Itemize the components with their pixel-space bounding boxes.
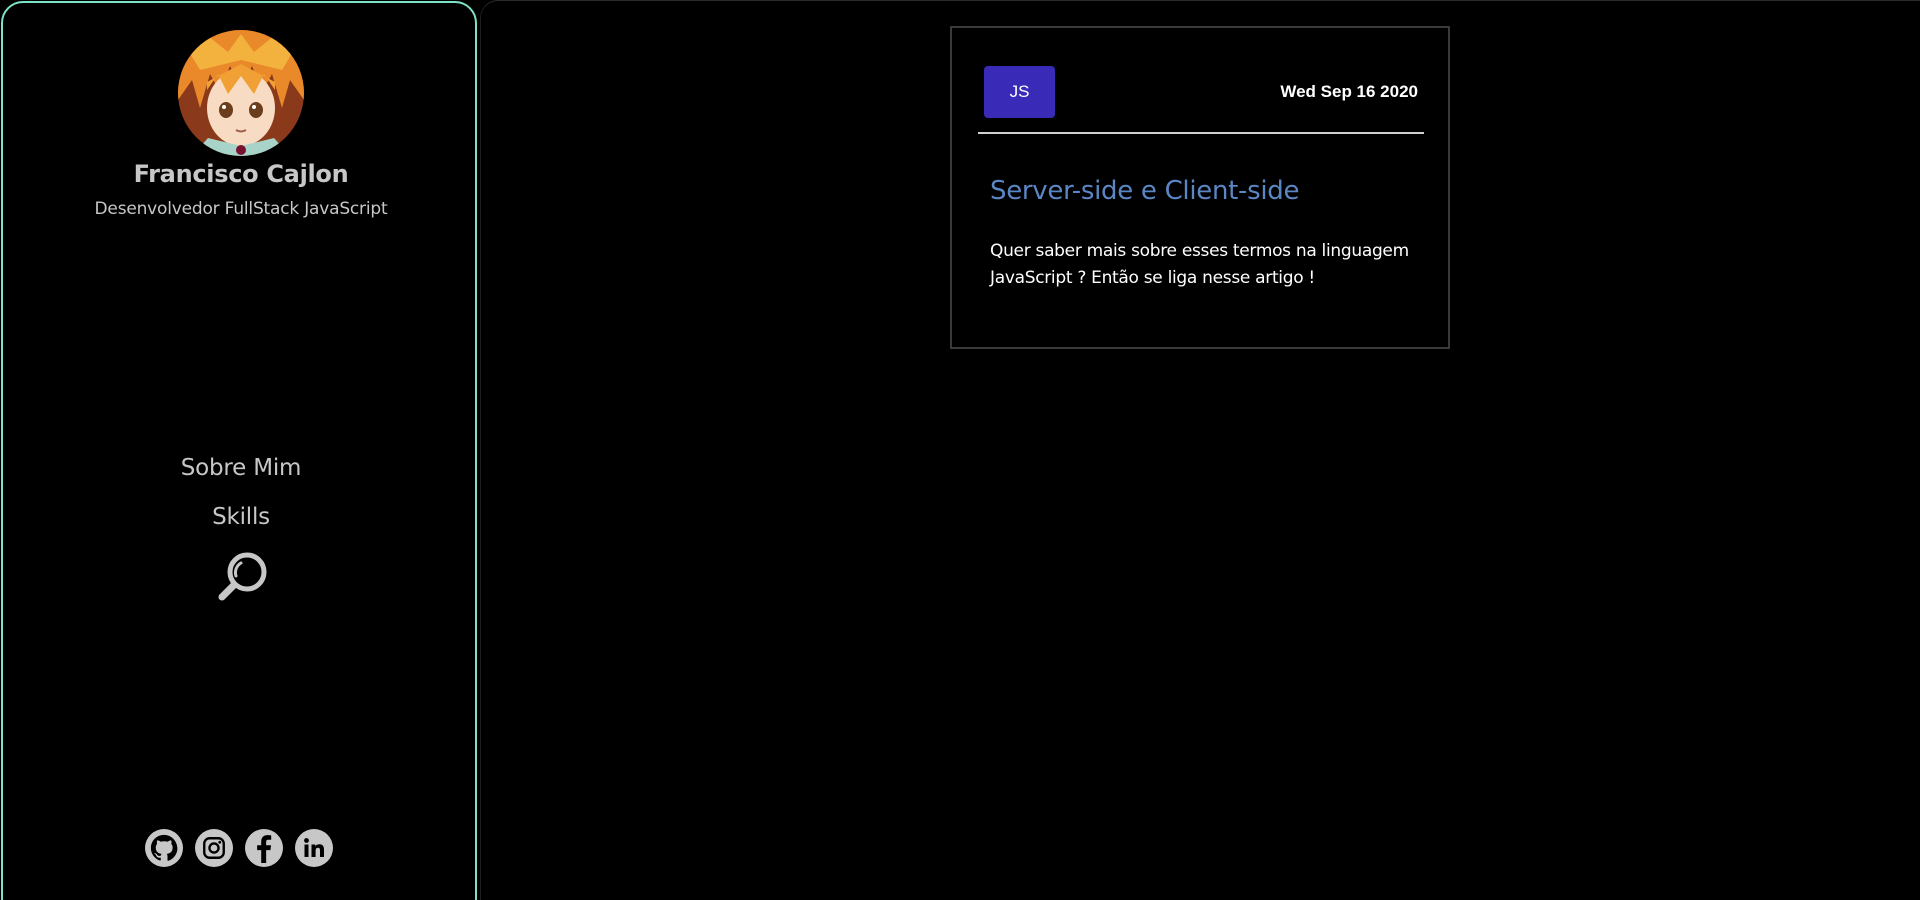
github-icon (150, 834, 178, 861)
instagram-link[interactable] (195, 829, 233, 867)
post-tag: JS (984, 66, 1055, 118)
facebook-link[interactable] (245, 829, 283, 867)
linkedin-icon (304, 838, 324, 857)
sidebar: Francisco Cajlon Desenvolvedor FullStack… (1, 1, 477, 900)
post-date: Wed Sep 16 2020 (1280, 82, 1418, 101)
post-excerpt: Quer saber mais sobre esses termos na li… (990, 241, 1409, 288)
search-button[interactable] (216, 551, 268, 603)
post-title[interactable]: Server-side e Client-side (990, 176, 1300, 206)
social-links (145, 829, 333, 867)
profile-role: Desenvolvedor FullStack JavaScript (94, 199, 388, 219)
nav-link-sobre-mim[interactable]: Sobre Mim (3, 455, 479, 481)
search-icon (218, 552, 267, 601)
card-divider (978, 132, 1424, 134)
avatar (178, 30, 304, 156)
nav-link-skills[interactable]: Skills (3, 504, 479, 530)
profile-name: Francisco Cajlon (133, 160, 349, 188)
instagram-icon (203, 837, 225, 859)
github-link[interactable] (145, 829, 183, 867)
facebook-icon (257, 835, 272, 863)
page: Francisco Cajlon Desenvolvedor FullStack… (0, 0, 1920, 900)
linkedin-link[interactable] (295, 829, 333, 867)
post-card[interactable]: JS Wed Sep 16 2020 Server-side e Client-… (950, 26, 1450, 349)
